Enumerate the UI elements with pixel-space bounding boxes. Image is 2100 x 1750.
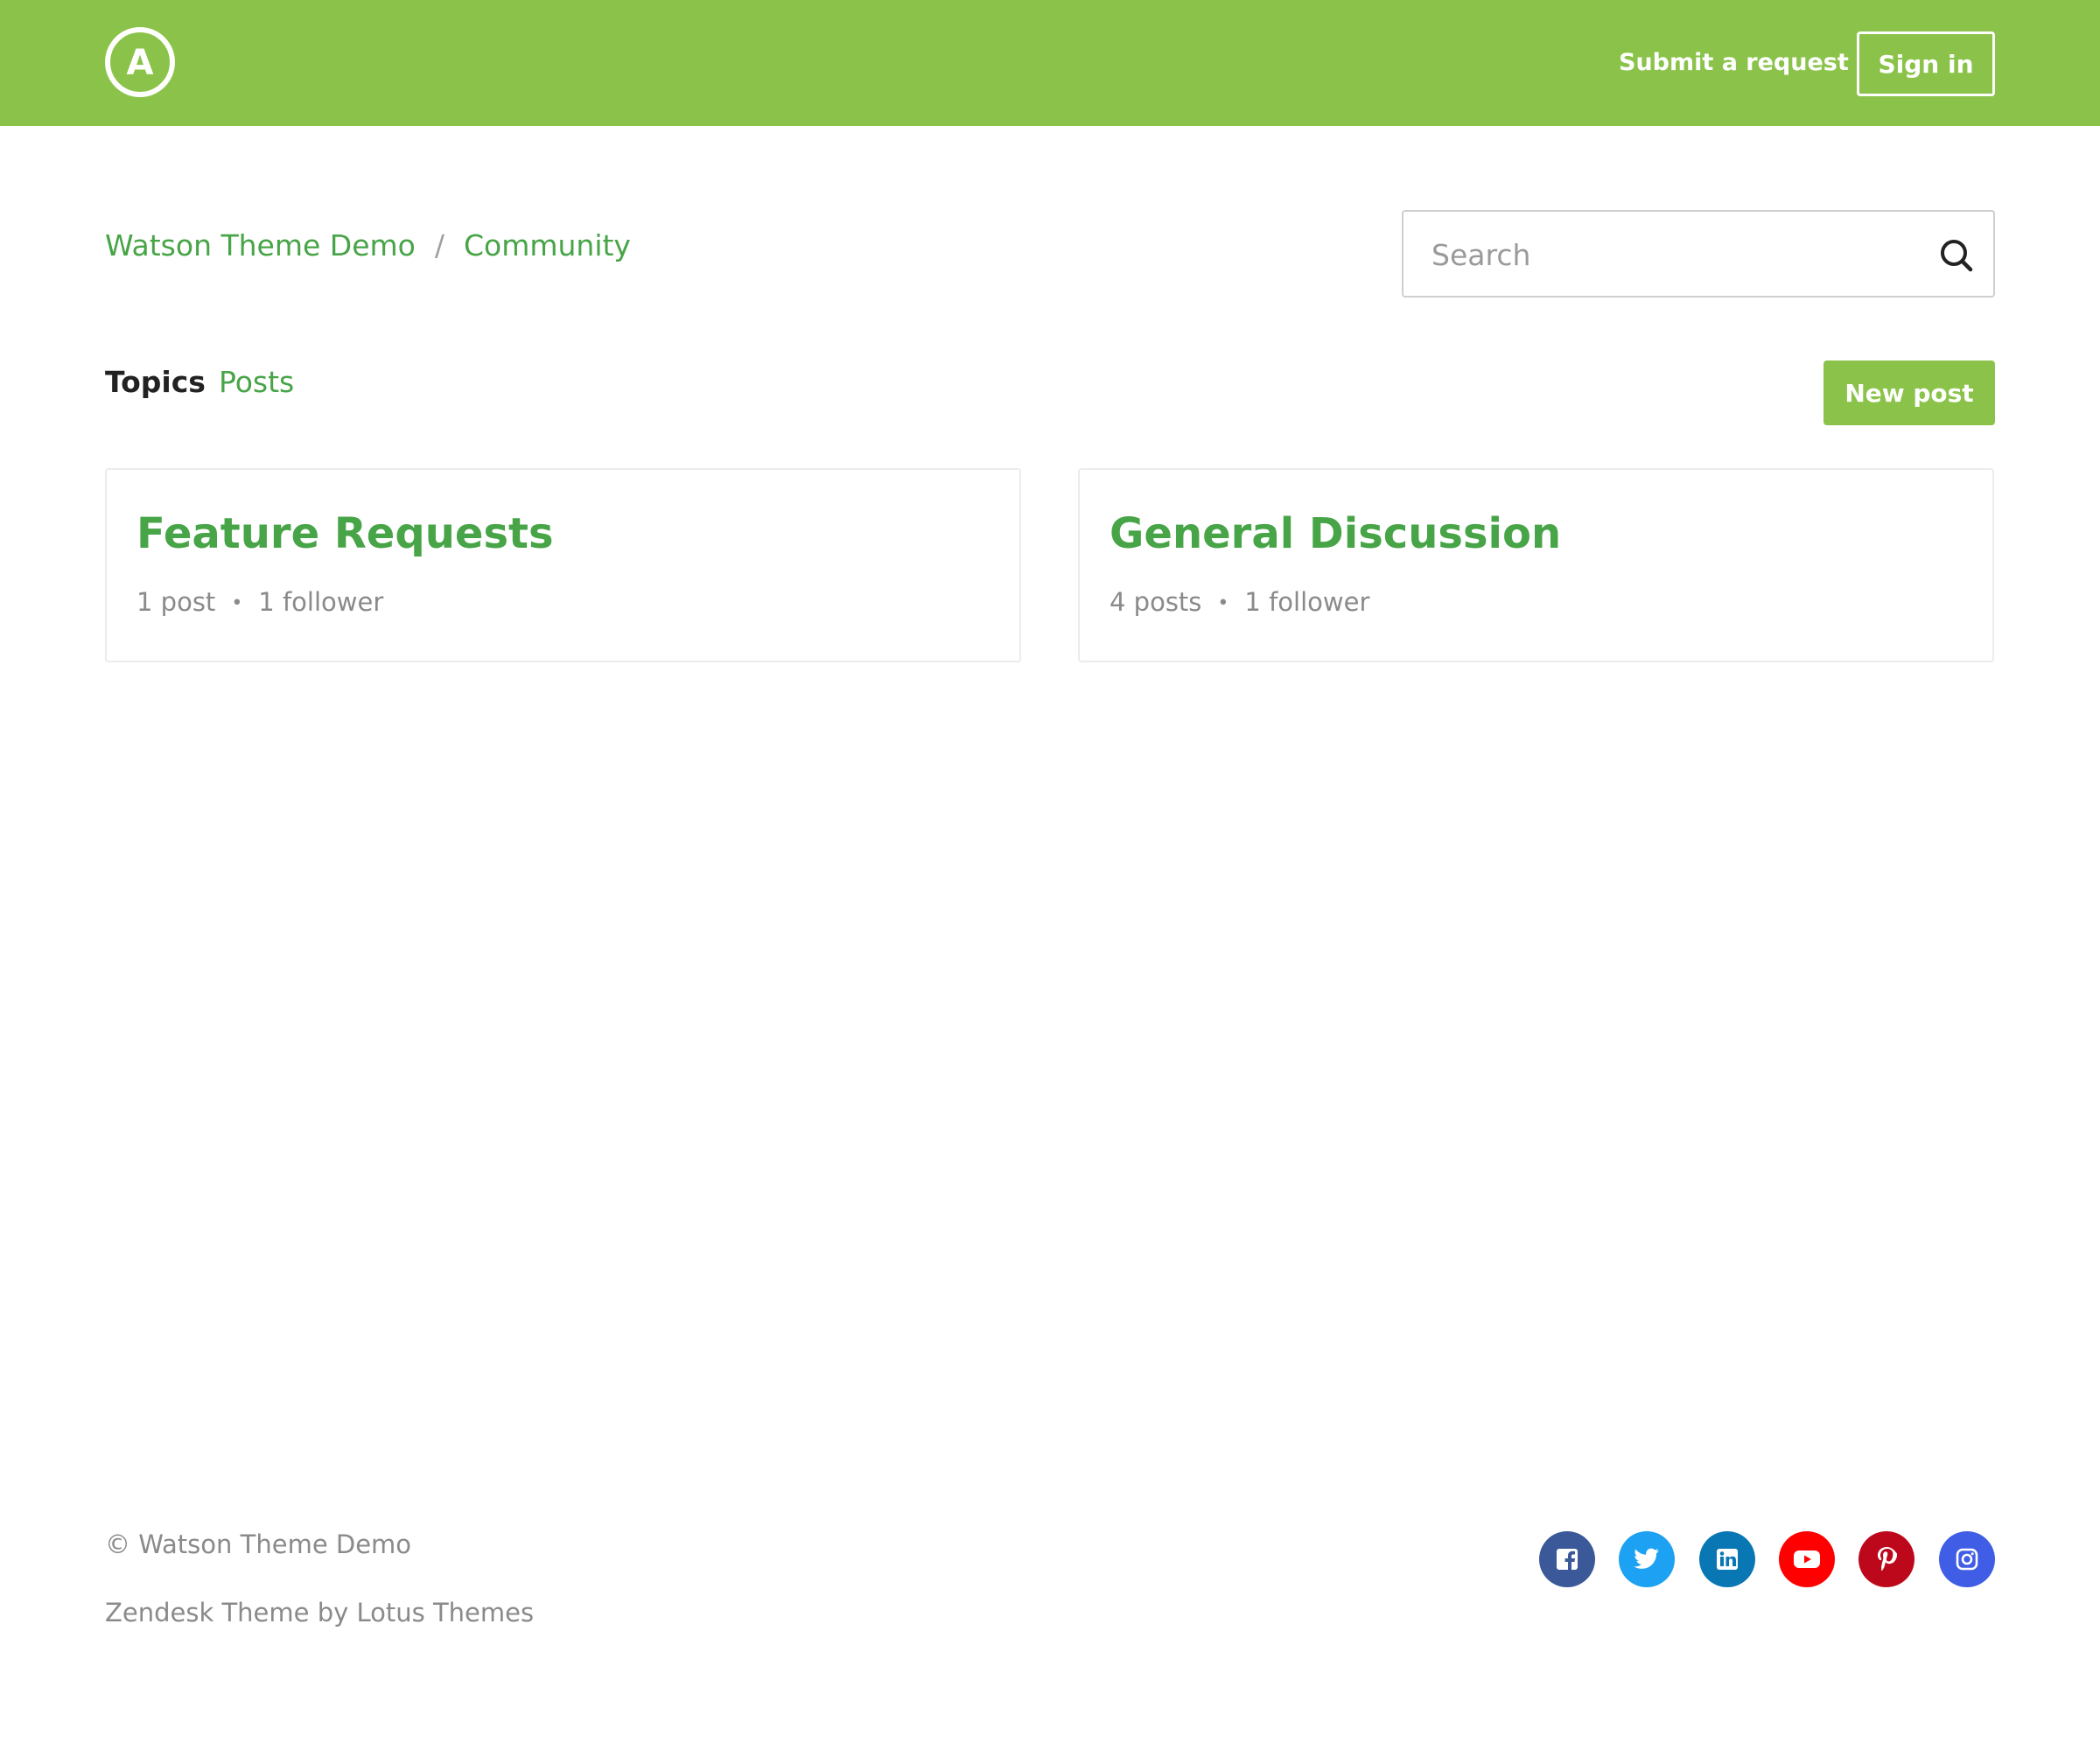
facebook-icon[interactable] xyxy=(1539,1531,1595,1587)
instagram-icon[interactable] xyxy=(1939,1531,1995,1587)
submit-request-link[interactable]: Submit a request xyxy=(1619,46,1849,80)
topic-title[interactable]: Feature Requests xyxy=(136,505,554,563)
footer-copyright: © Watson Theme Demo xyxy=(105,1530,412,1559)
twitter-icon[interactable] xyxy=(1619,1531,1675,1587)
footer-credit: Zendesk Theme by Lotus Themes xyxy=(105,1598,535,1628)
logo-icon[interactable]: A xyxy=(105,27,175,97)
topic-title[interactable]: General Discussion xyxy=(1110,505,1561,563)
site-header: A Submit a request Sign in xyxy=(0,0,2100,126)
breadcrumb-home[interactable]: Watson Theme Demo xyxy=(105,228,416,262)
meta-separator: • xyxy=(1217,592,1229,614)
topic-meta: 1 post • 1 follower xyxy=(136,584,383,622)
pinterest-icon[interactable] xyxy=(1858,1531,1914,1587)
search-icon[interactable] xyxy=(1937,236,1976,275)
linkedin-icon[interactable] xyxy=(1699,1531,1755,1587)
breadcrumb: Watson Theme Demo / Community xyxy=(105,226,631,266)
breadcrumb-separator: / xyxy=(434,228,444,262)
topic-card-general-discussion[interactable]: General Discussion 4 posts • 1 follower xyxy=(1078,468,1994,662)
tab-posts[interactable]: Posts xyxy=(219,362,294,402)
topic-follower-count: 1 follower xyxy=(1244,587,1370,617)
svg-text:A: A xyxy=(127,43,154,83)
breadcrumb-community[interactable]: Community xyxy=(464,228,631,262)
topic-meta: 4 posts • 1 follower xyxy=(1110,584,1369,622)
tab-topics[interactable]: Topics xyxy=(105,362,206,402)
sign-in-button[interactable]: Sign in xyxy=(1857,32,1995,96)
topic-post-count: 1 post xyxy=(136,587,216,617)
youtube-icon[interactable] xyxy=(1779,1531,1835,1587)
topic-card-feature-requests[interactable]: Feature Requests 1 post • 1 follower xyxy=(105,468,1021,662)
search-input[interactable] xyxy=(1430,229,1902,280)
search-box xyxy=(1402,210,1995,298)
meta-separator: • xyxy=(231,592,243,614)
topic-post-count: 4 posts xyxy=(1110,587,1202,617)
topic-follower-count: 1 follower xyxy=(258,587,384,617)
new-post-button[interactable]: New post xyxy=(1824,360,1995,425)
